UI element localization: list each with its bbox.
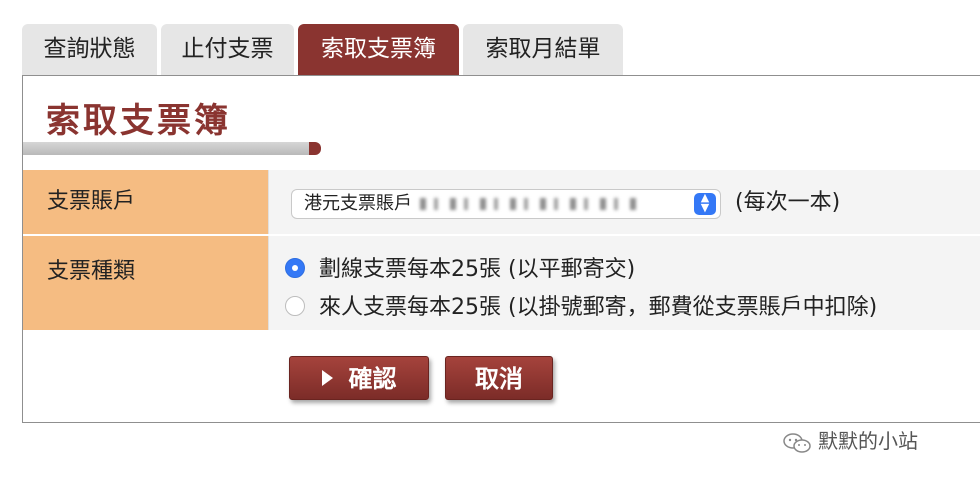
per-book-note: (每次一本) bbox=[735, 190, 841, 215]
option-crossed-cheque[interactable]: 劃線支票每本25張 (以平郵寄交) bbox=[285, 255, 635, 285]
tab-stop-payment[interactable]: 止付支票 bbox=[161, 24, 294, 76]
radio-bearer-cheque[interactable] bbox=[285, 296, 305, 316]
radio-crossed-cheque[interactable] bbox=[285, 258, 305, 278]
option-bearer-cheque-label: 來人支票每本25張 (以掛號郵寄，郵費從支票賬戶中扣除) bbox=[319, 295, 878, 320]
tab-request-chequebook[interactable]: 索取支票簿 bbox=[298, 24, 459, 76]
tab-query-status[interactable]: 查詢狀態 bbox=[22, 24, 157, 76]
account-select-value: 港元支票賬戶 bbox=[304, 193, 412, 214]
account-field-cell: 港元支票賬戶 ▲ ▼ (每次一本) bbox=[268, 170, 980, 234]
watermark: 默默的小站 bbox=[782, 425, 918, 454]
form-panel: 索取支票簿 支票賬戶 港元支票賬戶 ▲ ▼ (每次一本) 支票種類 劃線支票每本2… bbox=[22, 75, 980, 423]
confirm-button-label: 確認 bbox=[348, 365, 397, 393]
title-underline-tip bbox=[309, 142, 321, 155]
wechat-icon bbox=[783, 432, 811, 453]
watermark-text: 默默的小站 bbox=[818, 429, 918, 453]
title-underline bbox=[23, 142, 309, 155]
cancel-button[interactable]: 取消 bbox=[445, 356, 553, 400]
play-icon bbox=[321, 370, 333, 386]
confirm-button[interactable]: 確認 bbox=[289, 356, 429, 400]
account-select[interactable]: 港元支票賬戶 ▲ ▼ bbox=[291, 189, 721, 219]
account-label: 支票賬戶 bbox=[23, 170, 268, 234]
select-chevron-icon: ▲ ▼ bbox=[694, 192, 716, 215]
cheque-type-cell: 劃線支票每本25張 (以平郵寄交) 來人支票每本25張 (以掛號郵寄，郵費從支票… bbox=[268, 236, 980, 330]
page-title: 索取支票簿 bbox=[46, 101, 231, 141]
redacted-account-number bbox=[420, 198, 640, 210]
tab-request-statement[interactable]: 索取月結單 bbox=[463, 24, 623, 76]
option-bearer-cheque[interactable]: 來人支票每本25張 (以掛號郵寄，郵費從支票賬戶中扣除) bbox=[285, 293, 877, 323]
cheque-type-label: 支票種類 bbox=[23, 236, 268, 330]
option-crossed-cheque-label: 劃線支票每本25張 (以平郵寄交) bbox=[319, 257, 636, 282]
